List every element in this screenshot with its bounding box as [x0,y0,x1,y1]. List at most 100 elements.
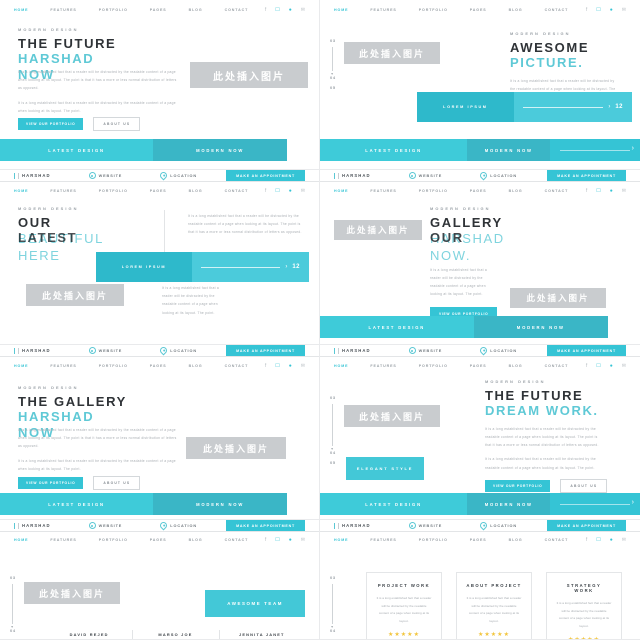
image-placeholder[interactable]: 此处插入图片 [344,405,440,427]
mail-icon[interactable]: ✉ [301,537,305,543]
nav-link-features[interactable]: FEATURES [50,8,76,12]
slider-track[interactable]: › 12 [191,252,309,282]
chevron-right-icon[interactable]: › [608,104,610,110]
bar-modern-now[interactable]: MODERN NOW [153,493,288,515]
header-item-location[interactable]: LOCATION [158,520,197,531]
twitter-icon[interactable]: ● [610,363,613,369]
brand-logo[interactable]: HARSHAD [334,172,371,179]
twitter-icon[interactable]: ● [289,188,292,194]
instagram-icon[interactable]: ☐ [275,363,279,369]
team-member[interactable]: JENNITA JANET [218,630,305,639]
nav-link-portfolio[interactable]: PORTFOLIO [99,364,128,368]
image-placeholder[interactable]: 此处插入图片 [186,437,286,459]
facebook-icon[interactable]: f [586,363,587,369]
make-appointment-button[interactable]: MAKE AN APPOINTMENT [226,170,305,181]
header-item-website[interactable]: WEBSITE [88,347,123,354]
bar-next-arrow[interactable] [550,139,640,161]
nav-link-home[interactable]: HOME [14,538,28,542]
nav-link-pages[interactable]: PAGES [470,189,487,193]
slider-track[interactable]: › 12 [513,92,632,122]
header-item-location[interactable]: LOCATION [478,520,517,531]
instagram-icon[interactable]: ☐ [596,7,600,13]
nav-link-contact[interactable]: CONTACT [225,189,249,193]
nav-link-contact[interactable]: CONTACT [545,8,569,12]
header-item-location[interactable]: LOCATION [158,345,197,356]
nav-link-pages[interactable]: PAGES [470,538,487,542]
nav-link-features[interactable]: FEATURES [370,189,396,193]
bar-modern-now[interactable]: MODERN NOW [153,139,288,161]
nav-link-home[interactable]: HOME [14,364,28,368]
twitter-icon[interactable]: ● [610,7,613,13]
image-placeholder[interactable]: 此处插入图片 [344,42,440,64]
nav-link-blog[interactable]: BLOG [189,538,203,542]
nav-link-home[interactable]: HOME [14,8,28,12]
header-item-website[interactable]: WEBSITE [88,522,123,529]
nav-link-blog[interactable]: BLOG [509,538,523,542]
twitter-icon[interactable]: ● [610,188,613,194]
bar-latest-design[interactable]: LATEST DESIGN [320,493,468,515]
value-slider[interactable]: LOREM IPSUM › 12 [417,92,632,122]
facebook-icon[interactable]: f [265,7,266,13]
nav-link-pages[interactable]: PAGES [470,8,487,12]
portfolio-button[interactable]: VIEW OUR PORTFOLIO [18,477,84,489]
image-placeholder[interactable]: 此处插入图片 [26,284,124,306]
make-appointment-button[interactable]: MAKE AN APPOINTMENT [547,345,626,356]
nav-link-pages[interactable]: PAGES [150,8,167,12]
nav-link-contact[interactable]: CONTACT [545,538,569,542]
bar-latest-design[interactable]: LATEST DESIGN [0,493,154,515]
bar-latest-design[interactable]: LATEST DESIGN [0,139,154,161]
make-appointment-button[interactable]: MAKE AN APPOINTMENT [547,520,626,531]
twitter-icon[interactable]: ● [289,363,292,369]
facebook-icon[interactable]: f [586,7,587,13]
twitter-icon[interactable]: ● [289,537,292,543]
mail-icon[interactable]: ✉ [622,363,626,369]
team-member[interactable]: DAVID REJED [46,632,132,637]
slide-3[interactable]: HARSHAD WEBSITE LOCATION MAKE AN APPOINT… [0,170,320,345]
bar-latest-design[interactable]: LATEST DESIGN [320,139,468,161]
bar-modern-now[interactable]: MODERN NOW [467,493,551,515]
slider-bar[interactable] [522,106,604,108]
slide-8[interactable]: HARSHAD WEBSITE LOCATION MAKE AN APPOINT… [320,520,640,640]
portfolio-button[interactable]: VIEW OUR PORTFOLIO [485,479,551,492]
nav-link-features[interactable]: FEATURES [50,189,76,193]
nav-link-portfolio[interactable]: PORTFOLIO [99,8,128,12]
nav-link-portfolio[interactable]: PORTFOLIO [419,364,448,368]
review-card[interactable]: ABOUT PROJECT It is a long established f… [456,572,532,639]
awesome-team-button[interactable]: AWESOME TEAM [205,590,305,617]
nav-link-home[interactable]: HOME [14,189,28,193]
bar-next-arrow[interactable] [550,493,640,515]
portfolio-button[interactable]: VIEW OUR PORTFOLIO [18,118,84,130]
header-item-website[interactable]: WEBSITE [408,172,443,179]
slide-6[interactable]: HARSHAD WEBSITE LOCATION MAKE AN APPOINT… [320,345,640,520]
bar-modern-now[interactable]: MODERN NOW [473,316,608,338]
bar-latest-design[interactable]: LATEST DESIGN [320,316,474,338]
nav-link-home[interactable]: HOME [334,538,348,542]
nav-link-features[interactable]: FEATURES [50,364,76,368]
nav-link-blog[interactable]: BLOG [189,8,203,12]
slider-bar[interactable] [200,266,281,268]
header-item-website[interactable]: WEBSITE [408,347,443,354]
brand-logo[interactable]: HARSHAD [14,522,51,529]
nav-link-blog[interactable]: BLOG [189,364,203,368]
team-member[interactable]: MARSO JOE [132,630,218,639]
header-item-website[interactable]: WEBSITE [408,522,443,529]
nav-link-blog[interactable]: BLOG [189,189,203,193]
instagram-icon[interactable]: ☐ [275,188,279,194]
brand-logo[interactable]: HARSHAD [334,347,371,354]
instagram-icon[interactable]: ☐ [275,7,279,13]
instagram-icon[interactable]: ☐ [275,537,279,543]
nav-link-pages[interactable]: PAGES [150,538,167,542]
nav-link-home[interactable]: HOME [334,8,348,12]
instagram-icon[interactable]: ☐ [596,537,600,543]
nav-link-portfolio[interactable]: PORTFOLIO [99,538,128,542]
facebook-icon[interactable]: f [586,188,587,194]
bar-modern-now[interactable]: MODERN NOW [467,139,551,161]
about-button[interactable]: ABOUT US [93,476,141,490]
twitter-icon[interactable]: ● [610,537,613,543]
nav-link-features[interactable]: FEATURES [370,364,396,368]
nav-link-contact[interactable]: CONTACT [225,538,249,542]
brand-logo[interactable]: HARSHAD [334,522,371,529]
image-placeholder[interactable]: 此处插入图片 [190,62,308,88]
about-button[interactable]: ABOUT US [560,478,608,493]
nav-link-contact[interactable]: CONTACT [225,8,249,12]
